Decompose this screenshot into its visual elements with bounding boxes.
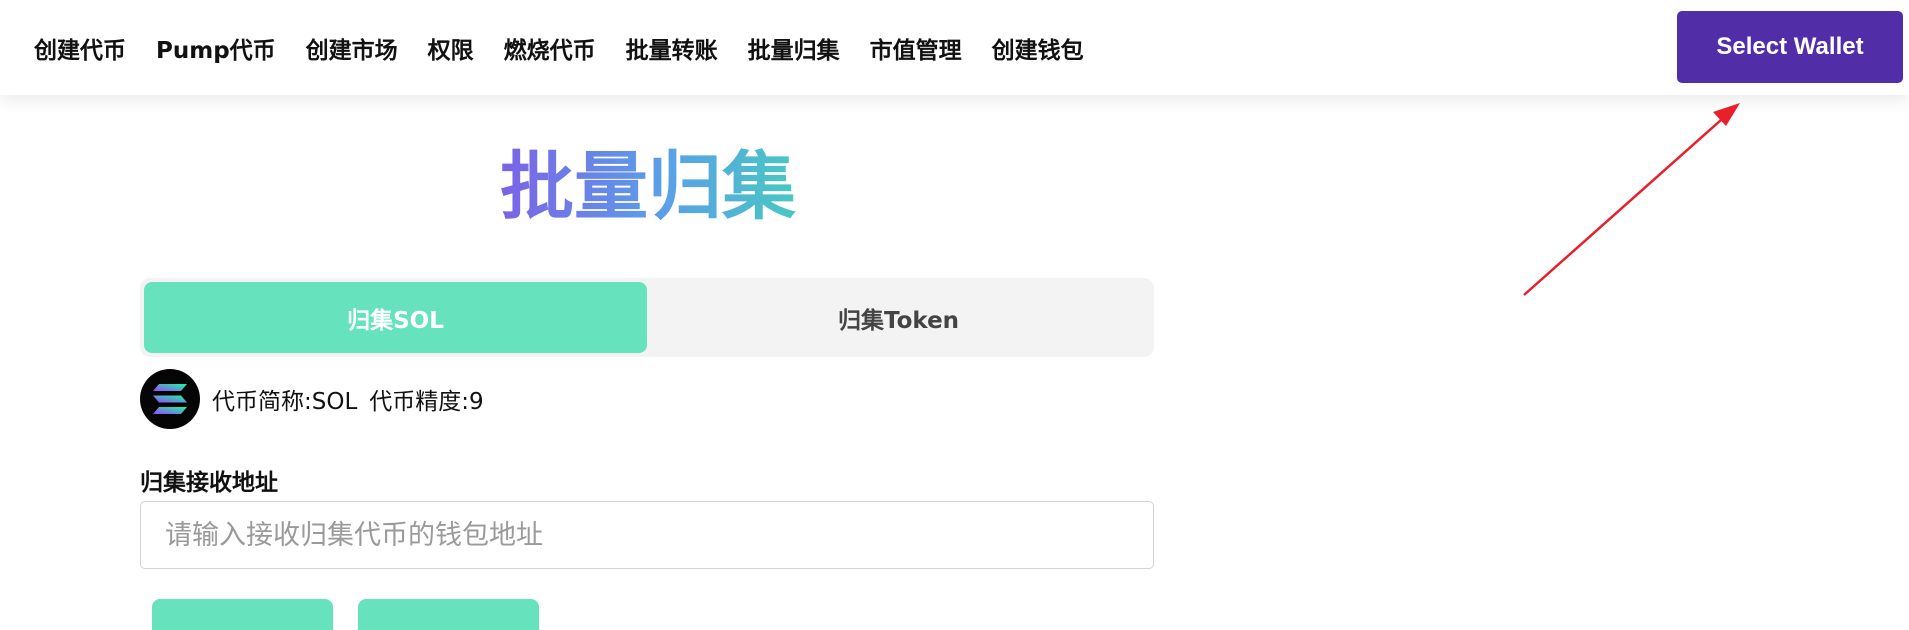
nav-link-authority[interactable]: 权限 [428,31,474,65]
token-symbol: 代币简称:SOL [212,389,358,415]
nav-link-burn-token[interactable]: 燃烧代币 [504,31,596,65]
tab-collect-sol[interactable]: 归集SOL [144,282,647,353]
nav-link-batch-collect[interactable]: 批量归集 [748,31,840,65]
nav-link-create-wallet[interactable]: 创建钱包 [992,31,1084,65]
select-wallet-button[interactable]: Select Wallet [1677,11,1903,83]
tab-collect-token[interactable]: 归集Token [647,282,1150,353]
address-field-label: 归集接收地址 [140,470,278,496]
nav-link-create-market[interactable]: 创建市场 [306,31,398,65]
action-button-1[interactable] [152,599,333,630]
nav-link-create-token[interactable]: 创建代币 [34,31,126,65]
nav-link-market-cap[interactable]: 市值管理 [870,31,962,65]
page-title: 批量归集 [500,142,800,232]
receive-address-input[interactable] [140,501,1154,569]
solana-logo-icon [140,369,200,429]
nav-link-pump-token[interactable]: Pump代币 [156,31,276,65]
token-info: 代币简称:SOL 代币精度:9 [140,369,484,429]
collect-type-tabs: 归集SOL 归集Token [140,278,1154,357]
top-navbar: 创建代币 Pump代币 创建市场 权限 燃烧代币 批量转账 批量归集 市值管理 … [0,0,1909,95]
nav-link-batch-transfer[interactable]: 批量转账 [626,31,718,65]
nav-links: 创建代币 Pump代币 创建市场 权限 燃烧代币 批量转账 批量归集 市值管理 … [34,31,1114,65]
token-decimals: 代币精度:9 [369,389,484,415]
action-button-2[interactable] [358,599,539,630]
